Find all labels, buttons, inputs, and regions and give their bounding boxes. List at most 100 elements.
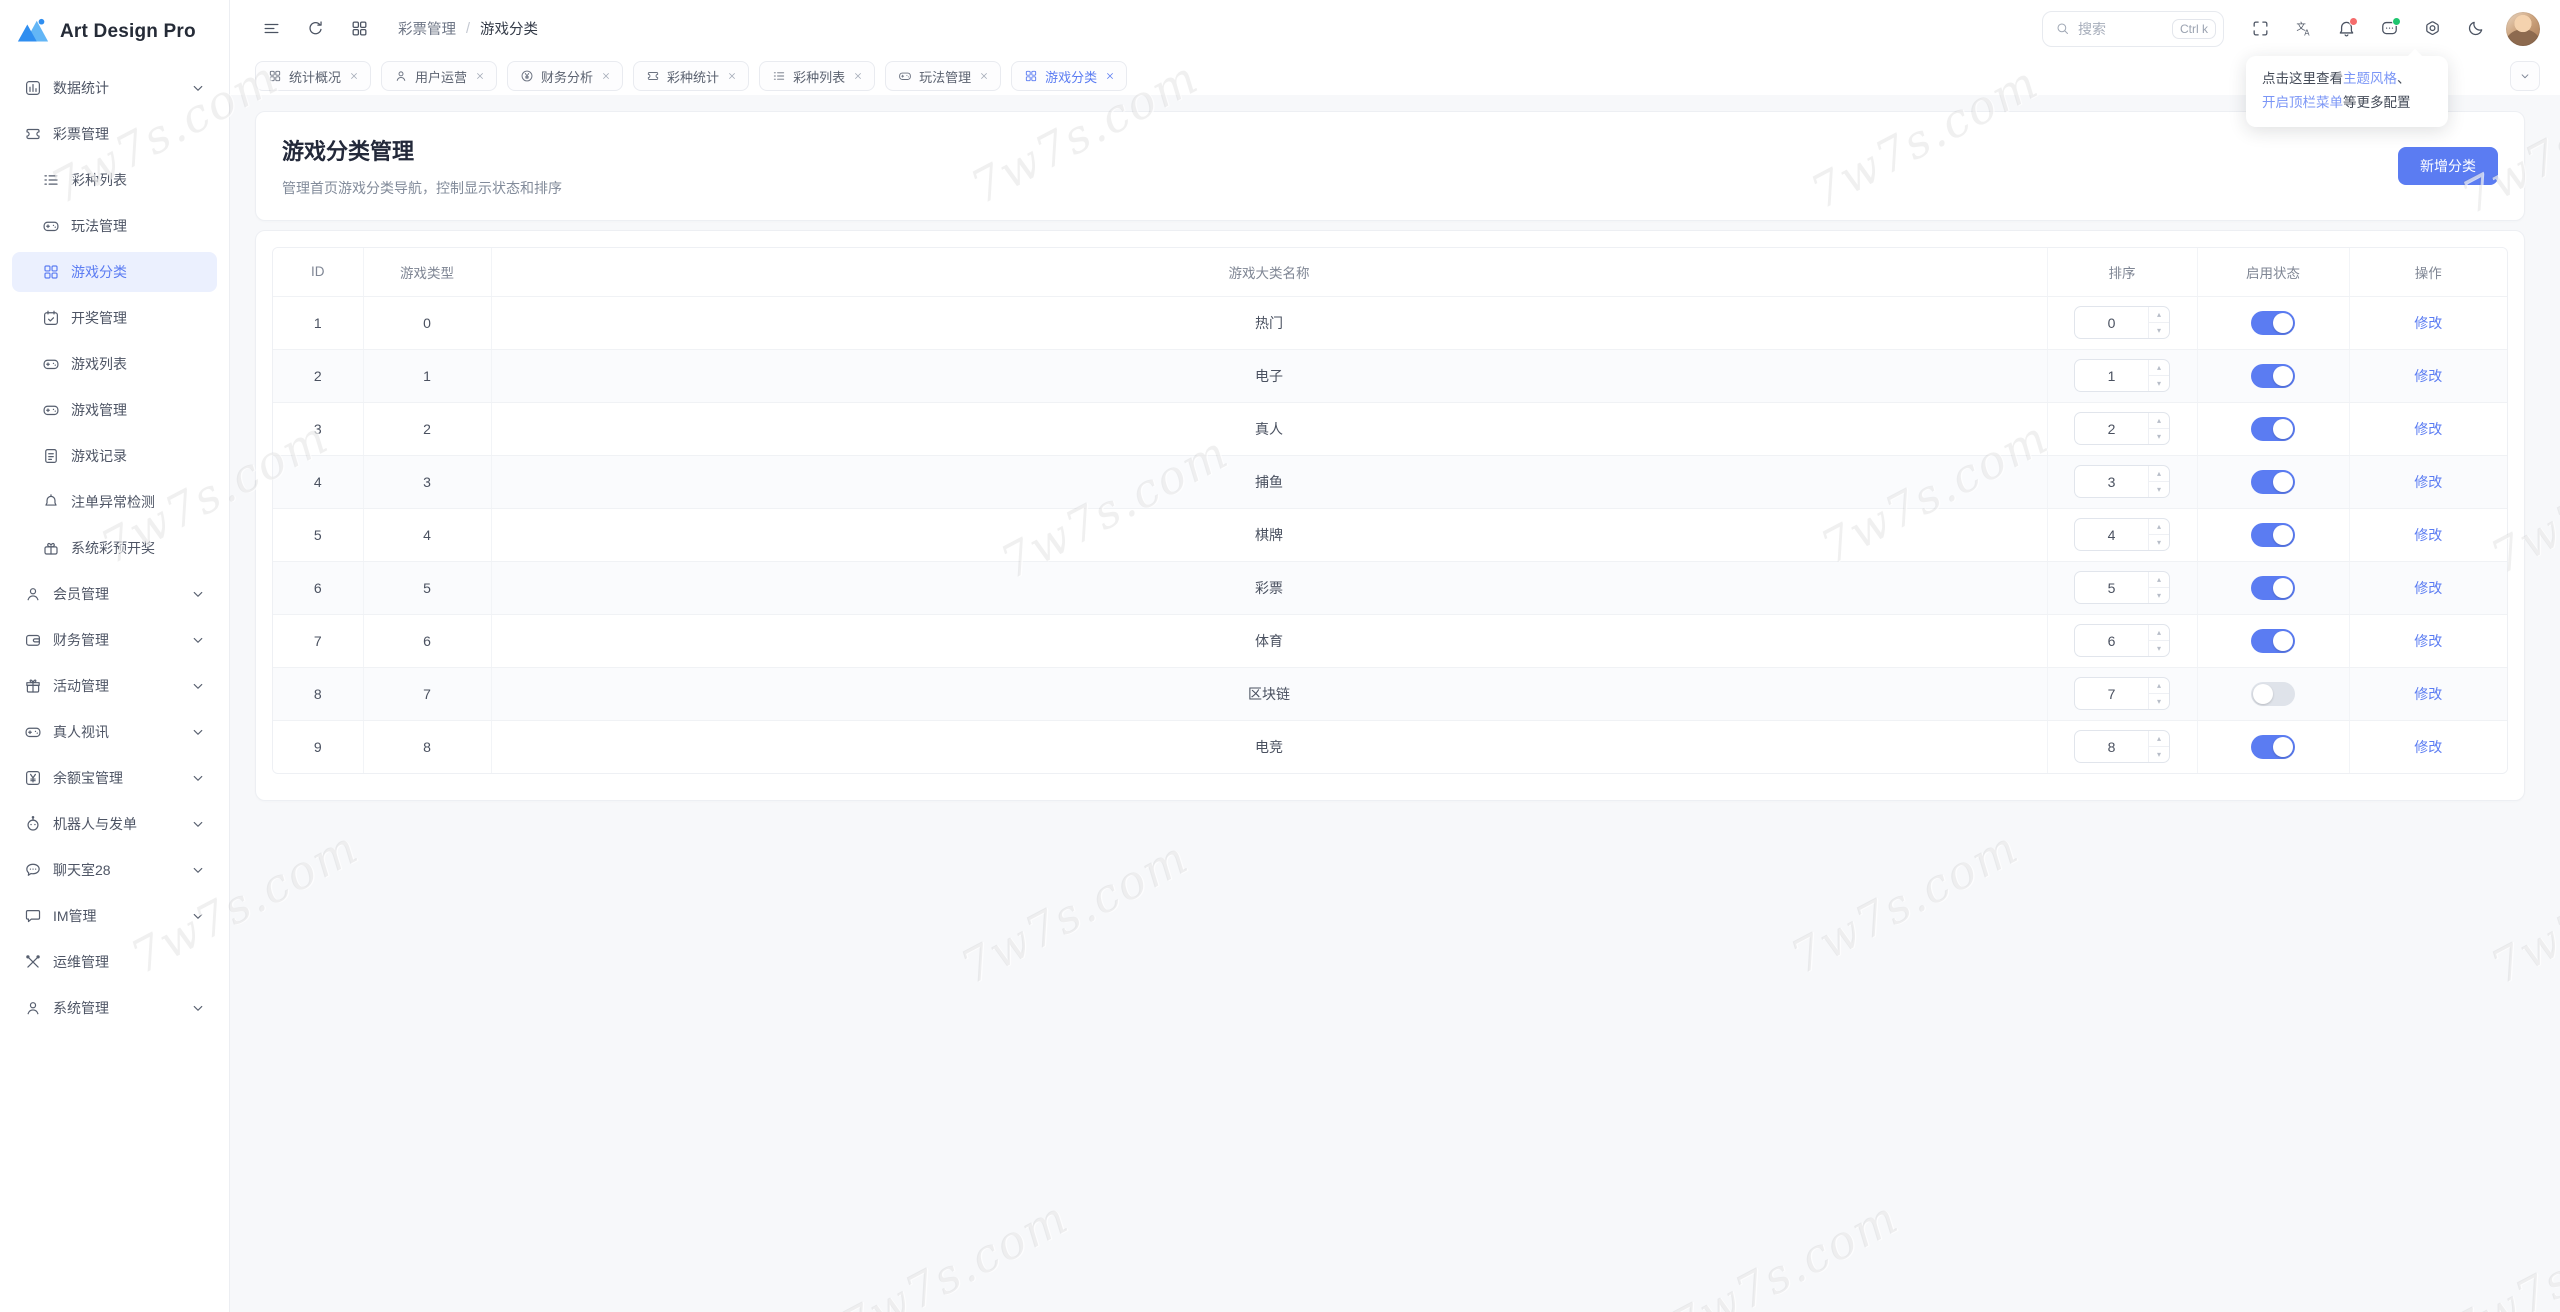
user-avatar[interactable] (2506, 12, 2540, 46)
step-down-icon[interactable]: ▾ (2149, 375, 2169, 391)
global-search[interactable]: Ctrl k (2042, 11, 2224, 47)
sidebar-item-9[interactable]: 注单异常检测 (12, 482, 217, 522)
step-down-icon[interactable]: ▾ (2149, 428, 2169, 444)
apps-button[interactable] (342, 12, 376, 46)
step-up-icon[interactable]: ▴ (2149, 572, 2169, 587)
edit-link[interactable]: 修改 (2414, 633, 2442, 649)
sidebar-item-1[interactable]: 彩票管理 (12, 114, 217, 154)
edit-link[interactable]: 修改 (2414, 368, 2442, 384)
edit-link[interactable]: 修改 (2414, 739, 2442, 755)
close-icon[interactable] (348, 70, 360, 82)
step-up-icon[interactable]: ▴ (2149, 307, 2169, 322)
sort-input[interactable] (2075, 413, 2148, 444)
sidebar-item-10[interactable]: 系统彩预开奖 (12, 528, 217, 568)
edit-link[interactable]: 修改 (2414, 315, 2442, 331)
step-down-icon[interactable]: ▾ (2149, 534, 2169, 550)
dark-mode-button[interactable] (2458, 12, 2492, 46)
sort-input[interactable] (2075, 625, 2148, 656)
sidebar-item-16[interactable]: 机器人与发单 (12, 804, 217, 844)
enable-toggle[interactable] (2251, 311, 2295, 335)
step-up-icon[interactable]: ▴ (2149, 625, 2169, 640)
main-column: 彩票管理 / 游戏分类 Ctrl k 文A (230, 0, 2560, 1312)
top-menu-link[interactable]: 开启顶栏菜单 (2262, 95, 2343, 110)
sidebar-item-18[interactable]: IM管理 (12, 896, 217, 936)
sidebar-item-11[interactable]: 会员管理 (12, 574, 217, 614)
sidebar-item-5[interactable]: 开奖管理 (12, 298, 217, 338)
sort-input[interactable] (2075, 731, 2148, 762)
sort-input[interactable] (2075, 307, 2148, 338)
tab-1[interactable]: 用户运营 (381, 61, 497, 91)
sidebar-item-20[interactable]: 系统管理 (12, 988, 217, 1028)
refresh-button[interactable] (298, 12, 332, 46)
sidebar-item-12[interactable]: 财务管理 (12, 620, 217, 660)
enable-toggle[interactable] (2251, 417, 2295, 441)
breadcrumb-parent[interactable]: 彩票管理 (398, 18, 456, 39)
tab-4[interactable]: 彩种列表 (759, 61, 875, 91)
sidebar-item-15[interactable]: 余额宝管理 (12, 758, 217, 798)
close-icon[interactable] (726, 70, 738, 82)
step-down-icon[interactable]: ▾ (2149, 587, 2169, 603)
sidebar-item-0[interactable]: 数据统计 (12, 68, 217, 108)
notifications-button[interactable] (2329, 12, 2363, 46)
sidebar-item-2[interactable]: 彩种列表 (12, 160, 217, 200)
close-icon[interactable] (978, 70, 990, 82)
edit-link[interactable]: 修改 (2414, 421, 2442, 437)
tab-5[interactable]: 玩法管理 (885, 61, 1001, 91)
enable-toggle[interactable] (2251, 576, 2295, 600)
chevron-down-icon (189, 999, 207, 1017)
edit-link[interactable]: 修改 (2414, 527, 2442, 543)
step-up-icon[interactable]: ▴ (2149, 519, 2169, 534)
sidebar-item-8[interactable]: 游戏记录 (12, 436, 217, 476)
sidebar-item-17[interactable]: 聊天室28 (12, 850, 217, 890)
sidebar-item-4[interactable]: 游戏分类 (12, 252, 217, 292)
step-down-icon[interactable]: ▾ (2149, 322, 2169, 338)
step-up-icon[interactable]: ▴ (2149, 731, 2169, 746)
step-up-icon[interactable]: ▴ (2149, 678, 2169, 693)
close-icon[interactable] (852, 70, 864, 82)
sidebar-item-14[interactable]: 真人视讯 (12, 712, 217, 752)
step-down-icon[interactable]: ▾ (2149, 640, 2169, 656)
collapse-menu-button[interactable] (254, 12, 288, 46)
step-up-icon[interactable]: ▴ (2149, 413, 2169, 428)
sidebar-item-3[interactable]: 玩法管理 (12, 206, 217, 246)
close-icon[interactable] (474, 70, 486, 82)
add-category-button[interactable]: 新增分类 (2398, 147, 2498, 185)
edit-link[interactable]: 修改 (2414, 580, 2442, 596)
enable-toggle[interactable] (2251, 629, 2295, 653)
theme-style-link[interactable]: 主题风格 (2343, 71, 2397, 86)
tab-6[interactable]: 游戏分类 (1011, 61, 1127, 91)
enable-toggle[interactable] (2251, 470, 2295, 494)
step-down-icon[interactable]: ▾ (2149, 693, 2169, 709)
enable-toggle[interactable] (2251, 523, 2295, 547)
sort-input[interactable] (2075, 466, 2148, 497)
tab-actions-button[interactable] (2510, 61, 2540, 91)
close-icon[interactable] (1104, 70, 1116, 82)
sidebar-item-19[interactable]: 运维管理 (12, 942, 217, 982)
messages-button[interactable] (2372, 12, 2406, 46)
sidebar-item-7[interactable]: 游戏管理 (12, 390, 217, 430)
sidebar-item-6[interactable]: 游戏列表 (12, 344, 217, 384)
sort-input[interactable] (2075, 678, 2148, 709)
tab-0[interactable]: 统计概况 (255, 61, 371, 91)
step-up-icon[interactable]: ▴ (2149, 466, 2169, 481)
edit-link[interactable]: 修改 (2414, 686, 2442, 702)
app-logo[interactable]: Art Design Pro (0, 0, 229, 64)
sidebar-item-13[interactable]: 活动管理 (12, 666, 217, 706)
sort-input[interactable] (2075, 360, 2148, 391)
step-down-icon[interactable]: ▾ (2149, 481, 2169, 497)
enable-toggle[interactable] (2251, 682, 2295, 706)
tab-2[interactable]: 财务分析 (507, 61, 623, 91)
search-input[interactable] (2078, 21, 2164, 37)
step-down-icon[interactable]: ▾ (2149, 746, 2169, 762)
enable-toggle[interactable] (2251, 364, 2295, 388)
sort-input[interactable] (2075, 519, 2148, 550)
tab-3[interactable]: 彩种统计 (633, 61, 749, 91)
fullscreen-button[interactable] (2243, 12, 2277, 46)
step-up-icon[interactable]: ▴ (2149, 360, 2169, 375)
edit-link[interactable]: 修改 (2414, 474, 2442, 490)
language-button[interactable]: 文A (2286, 12, 2320, 46)
close-icon[interactable] (600, 70, 612, 82)
settings-button[interactable] (2415, 12, 2449, 46)
enable-toggle[interactable] (2251, 735, 2295, 759)
sort-input[interactable] (2075, 572, 2148, 603)
